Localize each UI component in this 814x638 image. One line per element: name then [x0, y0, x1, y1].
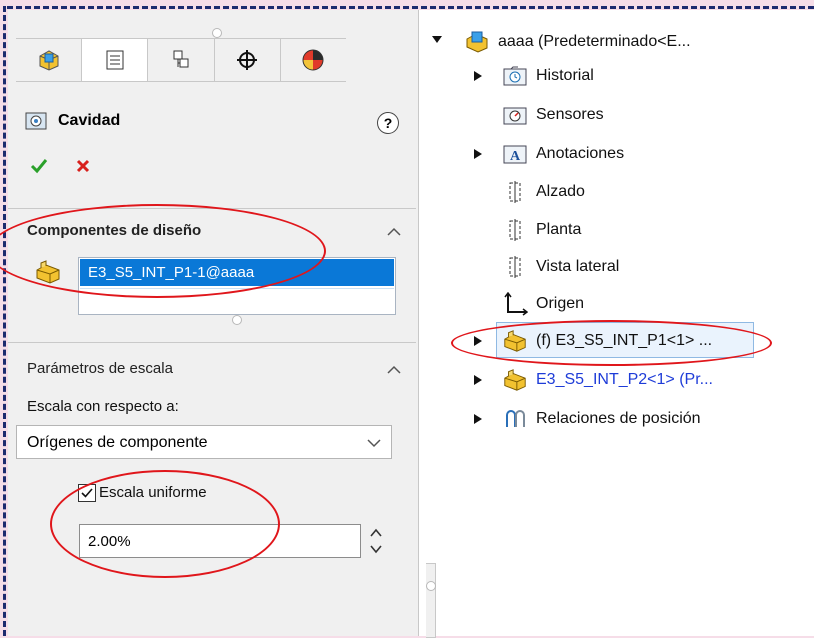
property-manager-icon — [106, 50, 124, 70]
tree-item-label: Alzado — [536, 183, 585, 200]
sensor-folder-icon — [502, 103, 528, 127]
ok-check-icon[interactable] — [30, 158, 48, 174]
feature-title: Cavidad — [24, 110, 120, 132]
tab-feature-manager[interactable] — [16, 39, 83, 81]
part-icon — [502, 368, 528, 392]
panel-grip-top[interactable] — [212, 28, 222, 38]
tree-root[interactable]: aaaa (Predeterminado<E... — [464, 28, 691, 56]
tree-item-anotaciones[interactable]: A Anotaciones — [502, 140, 624, 168]
tree-item-historial[interactable]: Historial — [502, 62, 594, 90]
chevron-down-icon — [367, 439, 381, 448]
scale-about-label: Escala con respecto a: — [27, 398, 179, 415]
feature-title-label: Cavidad — [58, 112, 121, 129]
scale-about-value: Orígenes de componente — [27, 434, 208, 451]
configuration-manager-icon — [173, 50, 189, 68]
assembly-icon — [464, 30, 490, 54]
tree-item-label: Vista lateral — [536, 258, 620, 275]
dashed-border-top — [7, 6, 814, 9]
chevron-up-icon[interactable] — [387, 226, 401, 236]
tree-item-label: Sensores — [536, 106, 604, 123]
splitter-grip[interactable] — [426, 581, 436, 591]
help-button[interactable]: ? — [377, 112, 399, 134]
tree-item-part-p2[interactable]: E3_S5_INT_P2<1> (Pr... — [502, 366, 713, 394]
cavity-icon — [25, 112, 47, 130]
plane-icon — [502, 180, 528, 204]
tree-item-planta[interactable]: Planta — [502, 216, 581, 244]
collapse-arrow-icon[interactable] — [432, 36, 442, 44]
spin-buttons[interactable] — [368, 522, 384, 560]
plane-icon — [502, 255, 528, 279]
annotations-folder-icon: A — [502, 142, 528, 166]
expand-arrow-icon[interactable] — [474, 375, 482, 385]
dashed-border-left — [3, 6, 6, 636]
panel-splitter[interactable] — [418, 10, 427, 636]
tree-item-label: E3_S5_INT_P2<1> (Pr... — [536, 371, 713, 388]
origin-icon — [502, 292, 528, 316]
tree-item-label: Historial — [536, 67, 594, 84]
expand-arrow-icon[interactable] — [474, 71, 482, 81]
tree-item-label: Relaciones de posición — [536, 410, 701, 427]
history-folder-icon — [502, 64, 528, 88]
tab-display-manager[interactable] — [281, 39, 346, 81]
divider — [8, 342, 416, 343]
svg-text:A: A — [510, 149, 521, 164]
feature-manager-icon — [39, 50, 59, 71]
tree-item-label: Planta — [536, 221, 582, 238]
chevron-up-icon[interactable] — [387, 364, 401, 374]
tree-item-vista-lateral[interactable]: Vista lateral — [502, 253, 619, 281]
red-ellipse-annotation — [451, 320, 772, 366]
manager-tab-bar — [16, 38, 346, 82]
tree-item-label: Origen — [536, 295, 585, 312]
tree-item-relaciones[interactable]: Relaciones de posición — [502, 405, 701, 433]
tab-configuration-manager[interactable] — [148, 39, 215, 81]
tree-item-sensores[interactable]: Sensores — [502, 101, 604, 129]
tab-dimxpert[interactable] — [215, 39, 281, 81]
tab-property-manager[interactable] — [82, 39, 149, 81]
scale-about-select[interactable]: Orígenes de componente — [16, 425, 392, 459]
tree-item-label: Anotaciones — [536, 145, 625, 162]
tree-root-label: aaaa (Predeterminado<E... — [498, 33, 691, 50]
expand-arrow-icon[interactable] — [474, 149, 482, 159]
red-ellipse-annotation — [50, 470, 280, 578]
tree-item-origen[interactable]: Origen — [502, 290, 584, 318]
list-resize-grip[interactable] — [232, 315, 242, 325]
scale-parameters-title: Parámetros de escala — [27, 360, 173, 377]
display-manager-icon — [302, 49, 324, 71]
cancel-x-icon[interactable] — [75, 158, 91, 174]
dimxpert-icon — [237, 50, 258, 70]
plane-icon — [502, 218, 528, 242]
splitter-handle[interactable] — [426, 563, 436, 638]
red-ellipse-annotation — [0, 204, 326, 298]
mates-icon — [502, 407, 528, 431]
tree-item-alzado[interactable]: Alzado — [502, 178, 585, 206]
expand-arrow-icon[interactable] — [474, 414, 482, 424]
